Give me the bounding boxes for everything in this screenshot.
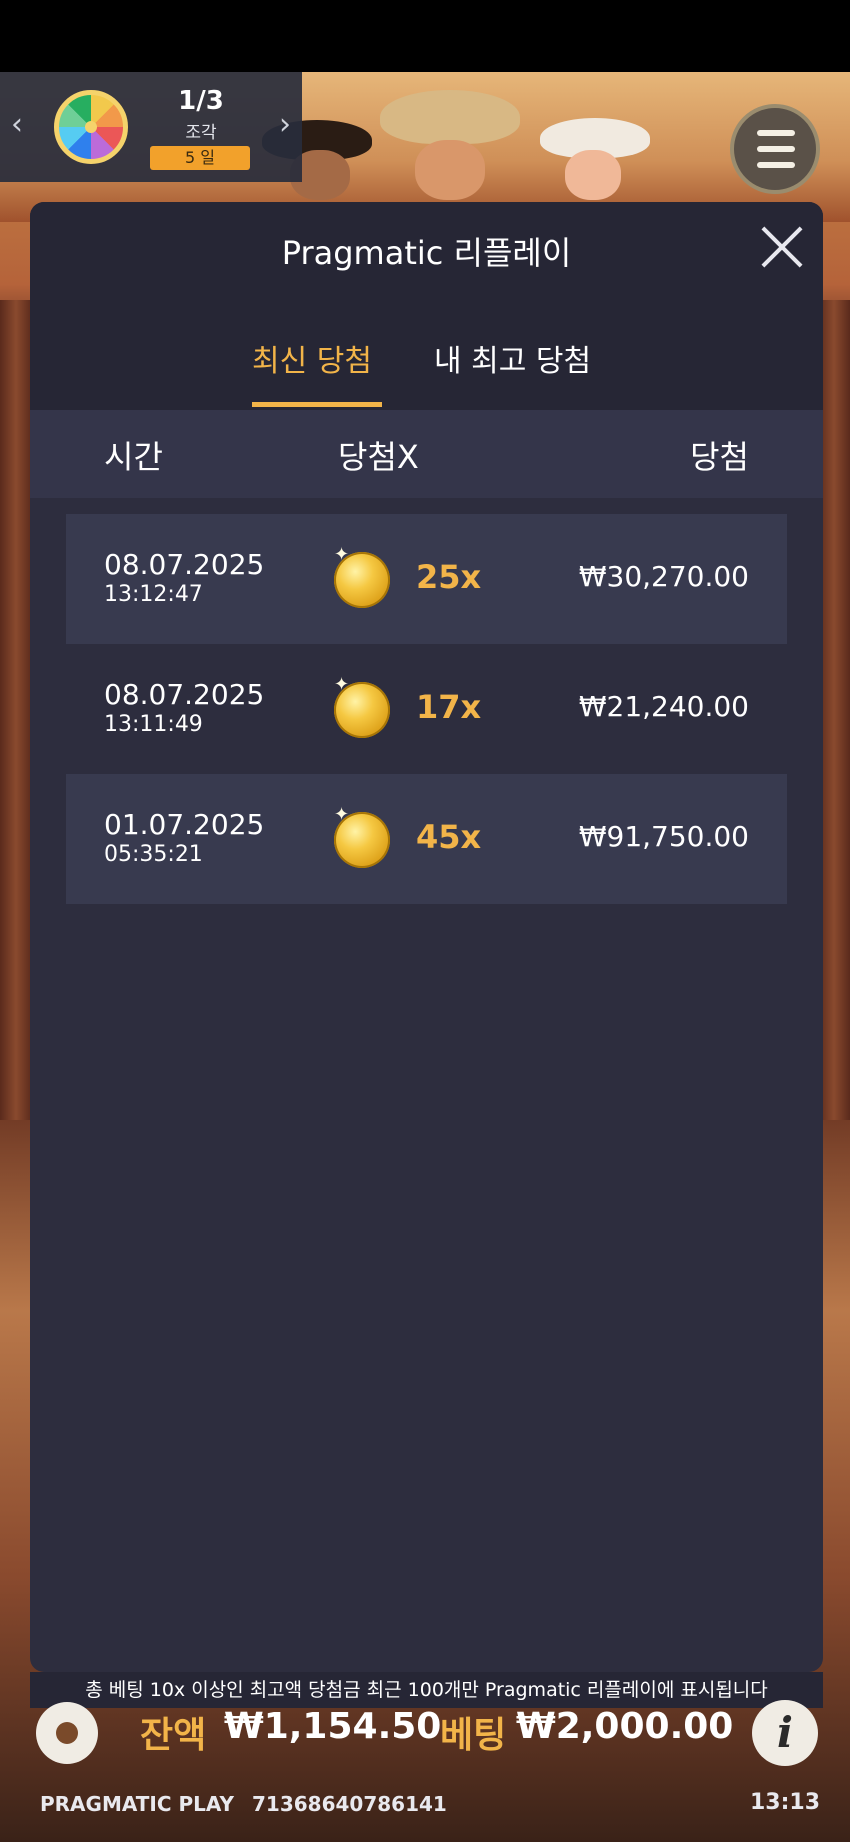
wheel-icon[interactable]: [54, 90, 128, 164]
row-time: 05:35:21: [104, 842, 203, 867]
menu-icon[interactable]: [730, 104, 820, 194]
tab-latest-wins[interactable]: 최신 당첨: [252, 336, 372, 380]
wheel-center: [85, 121, 97, 133]
row-time: 13:12:47: [104, 582, 203, 607]
tab-my-best-wins[interactable]: 내 최고 당첨: [434, 336, 591, 380]
row-date: 08.07.2025: [104, 678, 265, 711]
gear-hole: [56, 1722, 78, 1744]
active-tab-indicator: [252, 402, 382, 407]
sparkle-icon: ✦: [334, 674, 350, 695]
column-win: 당첨: [690, 438, 749, 476]
menu-line: [757, 146, 795, 152]
chevron-left-icon[interactable]: ‹: [2, 110, 32, 140]
left-pillar: [0, 300, 32, 1120]
balance-label: 잔액: [140, 1715, 207, 1756]
session-id: 71368640786141: [252, 1792, 447, 1816]
row-amount: ₩30,270.00: [578, 560, 749, 593]
tab-bar: 최신 당첨 내 최고 당첨: [30, 302, 823, 410]
fragment-count: 1/3: [178, 86, 224, 116]
cowboy-hat-center: [380, 90, 520, 144]
column-multiplier: 당첨X: [338, 438, 419, 476]
chevron-right-icon[interactable]: ›: [270, 110, 300, 140]
row-time: 13:11:49: [104, 712, 203, 737]
balance-value: ₩1,154.50: [224, 1706, 442, 1747]
table-row[interactable]: 01.07.2025 05:35:21 ✦ 45x ₩91,750.00: [66, 774, 787, 904]
bet-label: 베팅: [440, 1715, 507, 1756]
row-multiplier: 25x: [416, 558, 482, 596]
replay-modal: Pragmatic 리플레이 최신 당첨 내 최고 당첨 시간 당첨X 당첨 0…: [30, 202, 823, 1672]
row-multiplier: 45x: [416, 818, 482, 856]
table-header: 시간 당첨X 당첨: [30, 410, 823, 498]
table-row[interactable]: 08.07.2025 13:12:47 ✦ 25x ₩30,270.00: [66, 514, 787, 644]
table-row[interactable]: 08.07.2025 13:11:49 ✦ 17x ₩21,240.00: [66, 644, 787, 774]
menu-line: [757, 162, 795, 168]
modal-title: Pragmatic 리플레이: [281, 234, 572, 272]
clock: 13:13: [749, 1790, 820, 1815]
cowgirl-face: [565, 150, 621, 200]
status-bar: [0, 0, 850, 72]
close-icon[interactable]: [759, 224, 805, 270]
modal-header: Pragmatic 리플레이: [30, 202, 823, 302]
brand-label: PRAGMATIC PLAY: [40, 1792, 234, 1816]
days-badge: 5 일: [150, 146, 250, 170]
cowboy-face-center: [415, 140, 485, 200]
column-time: 시간: [104, 438, 163, 476]
fragment-label: 조각: [185, 123, 217, 143]
info-icon[interactable]: i: [752, 1700, 818, 1766]
replay-footer-note: 총 베팅 10x 이상인 최고액 당첨금 최근 100개만 Pragmatic …: [30, 1672, 823, 1708]
row-date: 08.07.2025: [104, 548, 265, 581]
row-amount: ₩91,750.00: [578, 820, 749, 853]
sparkle-icon: ✦: [334, 544, 350, 565]
sparkle-icon: ✦: [334, 804, 350, 825]
bet-value[interactable]: ₩2,000.00: [516, 1706, 733, 1747]
gear-icon[interactable]: [36, 1702, 98, 1764]
row-date: 01.07.2025: [104, 808, 265, 841]
menu-line: [757, 130, 795, 136]
row-multiplier: 17x: [416, 688, 482, 726]
row-amount: ₩21,240.00: [578, 690, 749, 723]
fragment-widget[interactable]: ‹ 1/3 조각 5 일 ›: [0, 72, 302, 182]
